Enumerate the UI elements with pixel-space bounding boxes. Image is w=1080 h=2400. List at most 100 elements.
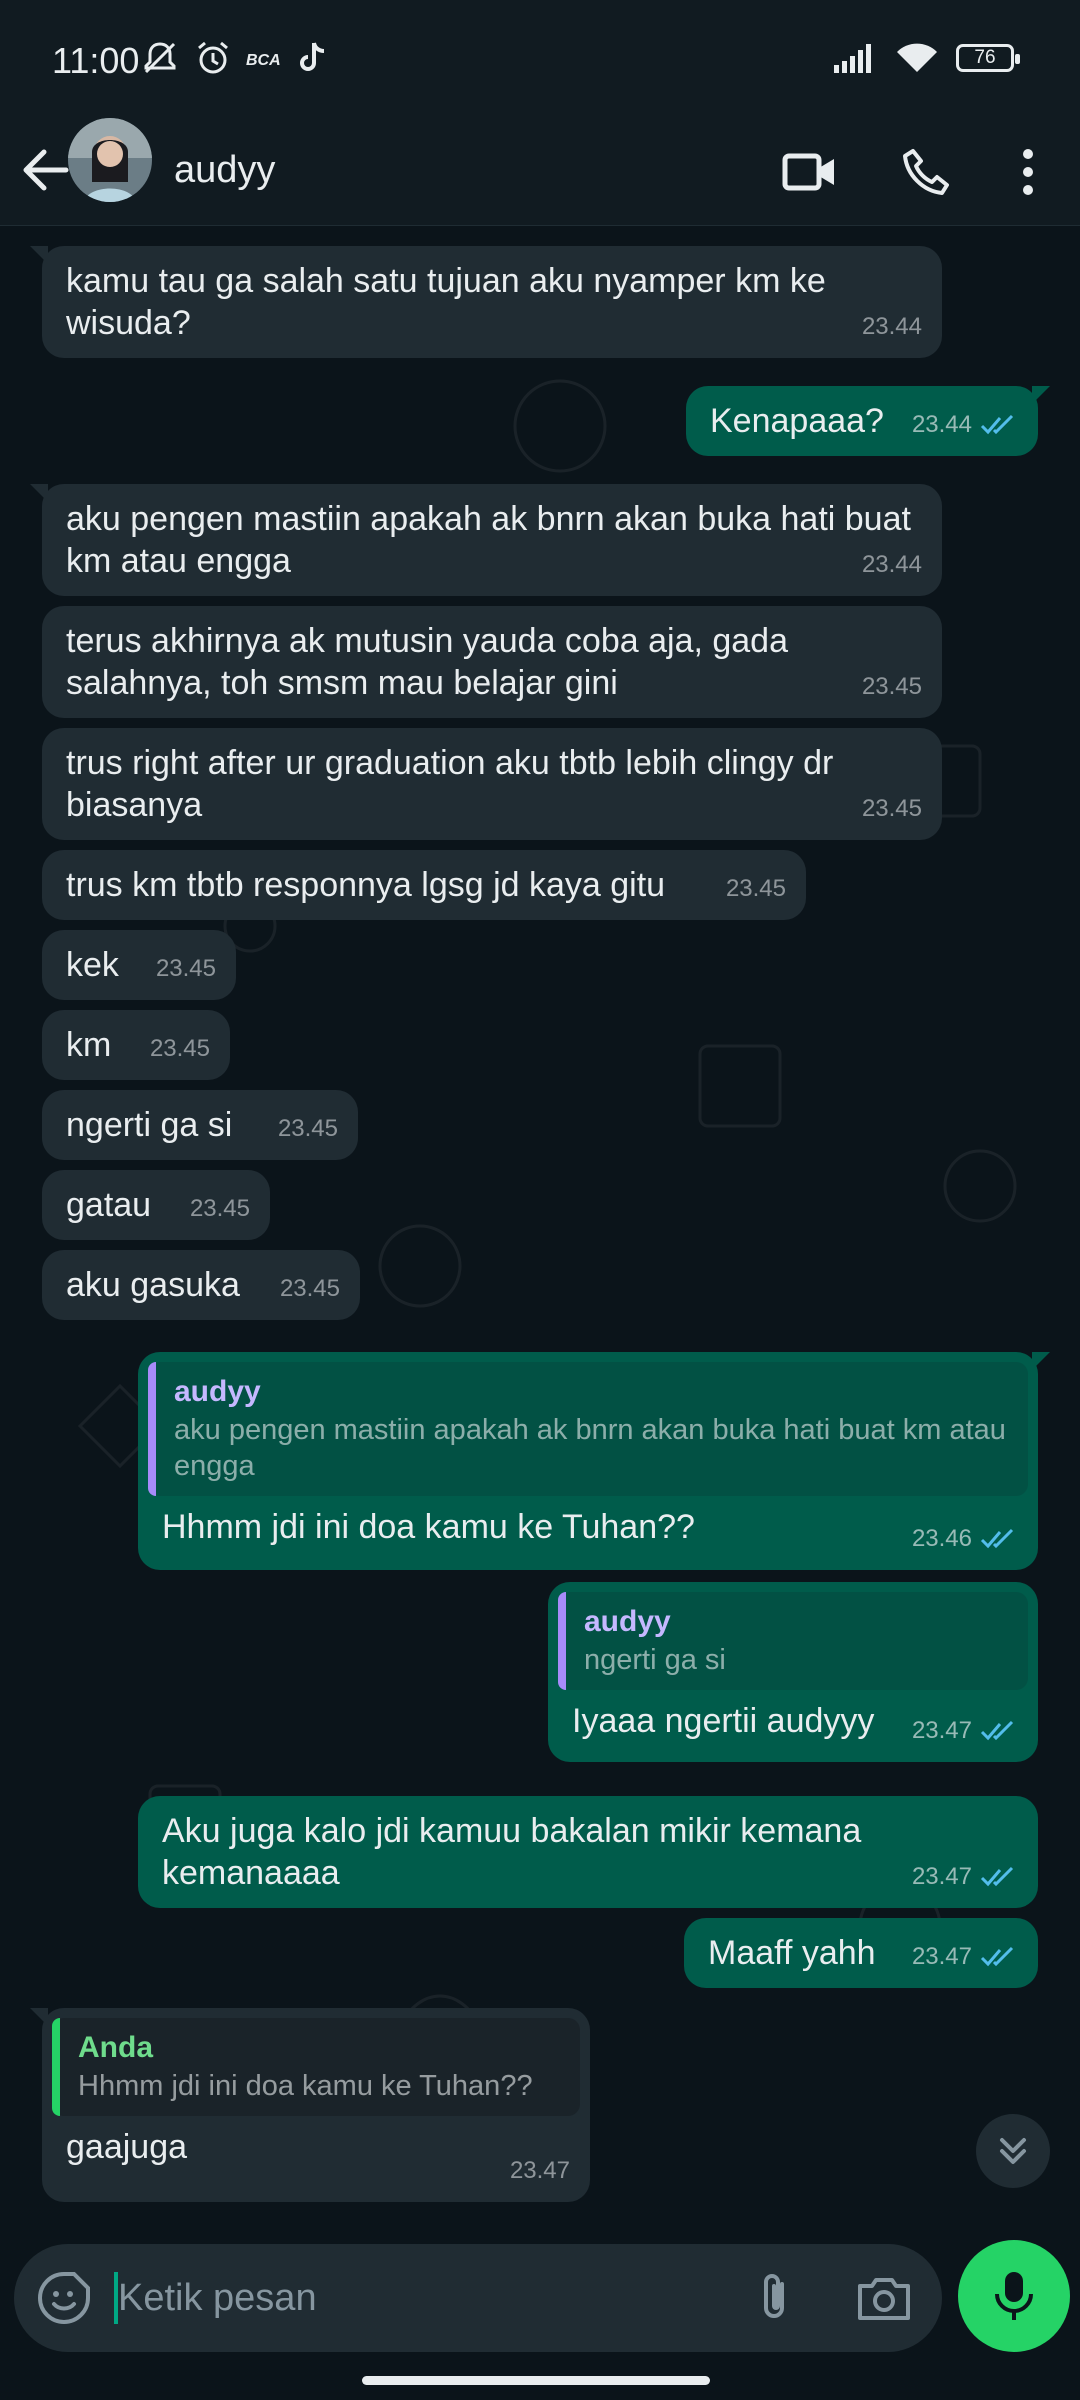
message-text: aku pengen mastiin apakah ak bnrn akan b… xyxy=(66,500,911,580)
message-text: Hhmm jdi ini doa kamu ke Tuhan?? xyxy=(162,1508,695,1546)
message-time: 23.45 xyxy=(279,1275,340,1302)
status-bar: 11:00 BCA 76 xyxy=(0,0,1080,118)
microphone-icon xyxy=(995,2272,1033,2320)
bank-app-icon: BCA xyxy=(246,52,281,69)
message-outgoing[interactable]: Maaff yahh 23.47 xyxy=(684,1918,1038,1988)
message-outgoing-reply[interactable]: audyy ngerti ga si Iyaaa ngertii audyyy … xyxy=(548,1582,1038,1762)
message-input[interactable]: Ketik pesan xyxy=(118,2274,317,2322)
message-incoming[interactable]: trus right after ur graduation aku tbtb … xyxy=(42,728,942,840)
message-time: 23.47 xyxy=(911,1717,972,1744)
message-meta: 23.45 xyxy=(726,868,786,910)
sticker-emoji-icon[interactable] xyxy=(36,2270,92,2326)
message-meta: 23.47 xyxy=(912,1710,1018,1752)
message-meta: 23.45 xyxy=(150,1028,210,1070)
message-meta: 23.45 xyxy=(862,666,922,708)
message-time: 23.47 xyxy=(911,1943,972,1970)
quoted-text: ngerti ga si xyxy=(584,1644,726,1676)
alarm-icon xyxy=(198,41,228,74)
quoted-author: Anda xyxy=(78,2031,153,2064)
message-meta: 23.47 xyxy=(510,2150,570,2192)
status-time: 11:00 xyxy=(52,40,140,81)
message-input-bar: Ketik pesan xyxy=(14,2244,942,2352)
contact-name[interactable]: audyy xyxy=(174,140,275,200)
message-meta: 23.45 xyxy=(190,1188,250,1230)
read-ticks-icon xyxy=(980,1866,1014,1887)
vertical-dots-icon xyxy=(1023,149,1033,195)
message-meta: 23.44 xyxy=(862,306,922,348)
message-time: 23.45 xyxy=(149,1035,210,1062)
message-time: 23.44 xyxy=(911,411,972,438)
chat-header: audyy xyxy=(0,118,1080,226)
message-outgoing[interactable]: Aku juga kalo jdi kamuu bakalan mikir ke… xyxy=(138,1796,1038,1908)
message-meta: 23.44 xyxy=(862,544,922,586)
double-chevron-down-icon xyxy=(1000,2138,1026,2164)
message-incoming[interactable]: ngerti ga si 23.45 xyxy=(42,1090,358,1160)
message-meta: 23.47 xyxy=(912,1936,1018,1978)
message-time: 23.45 xyxy=(861,673,922,700)
paperclip-icon[interactable] xyxy=(748,2270,804,2326)
video-camera-icon xyxy=(782,153,834,191)
message-text: terus akhirnya ak mutusin yauda coba aja… xyxy=(66,622,789,702)
message-incoming[interactable]: kek 23.45 xyxy=(42,930,236,1000)
camera-icon[interactable] xyxy=(854,2270,914,2326)
message-outgoing-reply[interactable]: audyy aku pengen mastiin apakah ak bnrn … xyxy=(138,1352,1050,1570)
quoted-text: Hhmm jdi ini doa kamu ke Tuhan?? xyxy=(78,2070,533,2102)
read-ticks-icon xyxy=(980,1946,1014,1967)
voice-message-button[interactable] xyxy=(958,2240,1070,2352)
message-incoming[interactable]: trus km tbtb responnya lgsg jd kaya gitu… xyxy=(42,850,806,920)
message-time: 23.45 xyxy=(861,795,922,822)
signal-icon xyxy=(834,44,871,73)
quoted-author: audyy xyxy=(174,1375,261,1408)
tiktok-icon xyxy=(300,42,325,71)
wifi-icon xyxy=(897,43,937,72)
message-incoming[interactable]: aku gasuka 23.45 xyxy=(42,1250,360,1320)
message-time: 23.47 xyxy=(509,2157,570,2184)
voice-call-button[interactable] xyxy=(894,140,958,204)
message-incoming[interactable]: gatau 23.45 xyxy=(42,1170,270,1240)
message-time: 23.45 xyxy=(155,955,216,982)
mute-notification-icon xyxy=(144,42,176,74)
message-meta: 23.46 xyxy=(912,1518,1018,1560)
svg-text:BCA: BCA xyxy=(246,52,281,69)
phone-icon xyxy=(903,149,949,195)
message-meta: 23.45 xyxy=(278,1108,338,1150)
message-time: 23.44 xyxy=(861,313,922,340)
message-time: 23.45 xyxy=(189,1195,250,1222)
message-outgoing[interactable]: Kenapaaa? 23.44 xyxy=(686,386,1050,456)
quoted-message[interactable]: audyy aku pengen mastiin apakah ak bnrn … xyxy=(148,1362,1028,1496)
read-ticks-icon xyxy=(980,1528,1014,1549)
read-ticks-icon xyxy=(980,414,1014,435)
message-time: 23.44 xyxy=(861,551,922,578)
message-incoming[interactable]: kamu tau ga salah satu tujuan aku nyampe… xyxy=(30,246,942,358)
message-incoming[interactable]: terus akhirnya ak mutusin yauda coba aja… xyxy=(42,606,942,718)
chat-area[interactable]: kamu tau ga salah satu tujuan aku nyampe… xyxy=(0,226,1080,2230)
message-text: trus right after ur graduation aku tbtb … xyxy=(66,744,834,824)
message-time: 23.47 xyxy=(911,1863,972,1890)
message-meta: 23.45 xyxy=(862,788,922,830)
message-text: trus km tbtb responnya lgsg jd kaya gitu xyxy=(66,866,666,904)
video-call-button[interactable] xyxy=(778,140,842,204)
message-incoming-reply[interactable]: Anda Hhmm jdi ini doa kamu ke Tuhan?? ga… xyxy=(30,2008,590,2202)
read-ticks-icon xyxy=(980,1720,1014,1741)
contact-avatar[interactable] xyxy=(68,118,152,202)
message-time: 23.46 xyxy=(911,1525,972,1552)
message-incoming[interactable]: km 23.45 xyxy=(42,1010,230,1080)
back-arrow-icon[interactable] xyxy=(16,140,76,200)
home-indicator[interactable] xyxy=(362,2376,710,2385)
quoted-author: audyy xyxy=(584,1605,671,1638)
quoted-message[interactable]: Anda Hhmm jdi ini doa kamu ke Tuhan?? xyxy=(52,2018,580,2116)
more-options-button[interactable] xyxy=(996,140,1060,204)
message-meta: 23.47 xyxy=(912,1856,1018,1898)
message-meta: 23.44 xyxy=(912,404,1018,446)
message-time: 23.45 xyxy=(725,875,786,902)
battery-indicator: 76 xyxy=(956,44,1020,72)
message-text: kamu tau ga salah satu tujuan aku nyampe… xyxy=(66,262,826,342)
message-time: 23.45 xyxy=(277,1115,338,1142)
message-meta: 23.45 xyxy=(156,948,216,990)
message-incoming[interactable]: aku pengen mastiin apakah ak bnrn akan b… xyxy=(30,484,942,596)
quoted-text: aku pengen mastiin apakah ak bnrn akan b… xyxy=(174,1414,1006,1482)
message-text: gaajuga xyxy=(66,2128,188,2166)
message-text: Aku juga kalo jdi kamuu bakalan mikir ke… xyxy=(162,1812,862,1892)
quoted-message[interactable]: audyy ngerti ga si xyxy=(558,1592,1028,1690)
scroll-to-bottom-button[interactable] xyxy=(976,2114,1050,2188)
